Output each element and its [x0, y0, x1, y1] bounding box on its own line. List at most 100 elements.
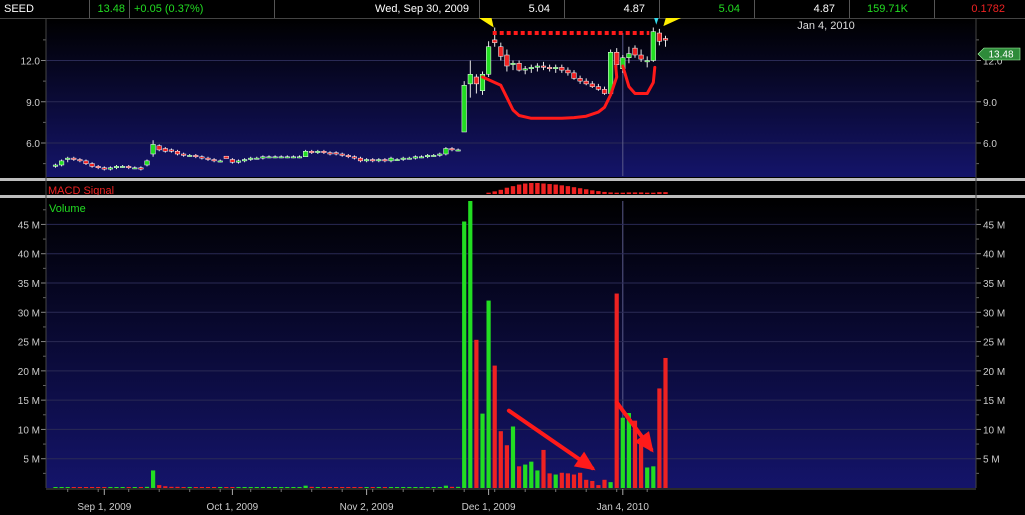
- volume-bar: [102, 487, 107, 488]
- quote-header: SEED 13.48 +0.05 (0.37%) Wed, Sep 30, 20…: [0, 0, 1025, 19]
- candle-body: [168, 149, 174, 152]
- candle-body: [510, 63, 516, 65]
- panel-divider-top[interactable]: [0, 178, 1025, 181]
- volume-bar: [596, 485, 601, 488]
- symbol[interactable]: SEED: [0, 0, 90, 18]
- volume-bar: [645, 467, 650, 488]
- volume-bar: [517, 466, 522, 488]
- volume-bar: [535, 470, 540, 488]
- open-value: 5.04: [480, 0, 565, 18]
- candle-body: [309, 151, 315, 153]
- candle-body: [449, 148, 455, 151]
- volume-bar: [205, 487, 211, 488]
- high-value: 4.87: [565, 0, 660, 18]
- macd-panel[interactable]: MACD Signal: [46, 181, 976, 197]
- volume-bar: [590, 480, 595, 488]
- volume-bar: [65, 487, 70, 488]
- macd-bar: [510, 186, 516, 194]
- candle-body: [583, 80, 589, 85]
- candle-body: [296, 156, 303, 159]
- volume-tick-label-left: 40 M: [18, 250, 40, 261]
- candle-body: [534, 65, 540, 68]
- volume-panel[interactable]: 5 M 10 M 15 M 20 M 25 M 30 M 35 M 40 M 45 M 5 M 1…: [18, 198, 1005, 488]
- candle-body: [412, 156, 418, 159]
- volume-bar: [584, 479, 589, 488]
- panel-divider-bottom[interactable]: [0, 195, 1025, 198]
- price-tick-label-left: 12.0: [21, 57, 41, 68]
- candle-body: [431, 155, 437, 157]
- candle-body: [492, 39, 498, 43]
- candle-body: [382, 159, 388, 162]
- candle-body: [65, 157, 71, 160]
- macd-bar: [535, 183, 540, 194]
- volume-tick-label-left: 35 M: [18, 279, 40, 290]
- volume-bar: [578, 472, 583, 488]
- price-tick-label-left: 6.0: [26, 139, 40, 150]
- candle-body: [632, 47, 638, 56]
- stock-chart[interactable]: 6.09.012.0 6.09.012.0 Jan 4, 2010 13.48 …: [0, 18, 1025, 515]
- macd-bar: [602, 191, 607, 194]
- volume-bar: [303, 485, 308, 488]
- volume-bar: [486, 300, 491, 488]
- price-panel-background: [46, 19, 976, 177]
- volume-tick-label-right: 40 M: [983, 250, 1005, 261]
- volume-bar: [553, 474, 558, 488]
- candle-body: [260, 156, 266, 159]
- volume-bar: [254, 487, 259, 488]
- candle-body: [266, 156, 272, 159]
- volume-tick-label-left: 20 M: [18, 367, 40, 378]
- candle-body: [193, 155, 199, 157]
- candle-body: [357, 157, 364, 162]
- volume-bar: [224, 487, 229, 488]
- volume-tick-label-right: 45 M: [983, 220, 1005, 231]
- candle-body: [443, 148, 449, 155]
- volume-bar: [425, 487, 430, 488]
- volume-bar: [456, 486, 461, 488]
- volume-bar: [468, 201, 473, 488]
- volume-bar: [541, 449, 546, 488]
- candle-body: [211, 159, 217, 162]
- macd-bar: [523, 183, 528, 194]
- volume-bar: [193, 487, 198, 488]
- candle-body: [461, 85, 467, 133]
- volume-bar: [407, 487, 412, 488]
- volume-tick-label-left: 15 M: [18, 396, 40, 407]
- volume-bar: [401, 487, 406, 488]
- macd-bar: [590, 190, 595, 194]
- macd-bar: [529, 183, 534, 194]
- macd-bar: [608, 192, 613, 194]
- candle-body: [516, 63, 522, 71]
- candle-body: [504, 54, 510, 67]
- volume-tick-label-left: 10 M: [18, 425, 40, 436]
- candle-body: [254, 157, 260, 160]
- candle-body: [327, 152, 333, 155]
- candle-body: [126, 166, 132, 168]
- last-price: 13.48: [90, 0, 130, 18]
- volume-bar: [96, 487, 101, 488]
- volume-bar: [462, 221, 467, 488]
- candle-body: [656, 32, 662, 42]
- macd-bar: [651, 192, 656, 194]
- volume-bar: [242, 487, 247, 488]
- volume-bar: [370, 487, 375, 488]
- candle-body: [370, 159, 376, 162]
- volume-bar: [236, 487, 241, 488]
- candle-body: [150, 144, 156, 155]
- candle-body: [540, 65, 547, 68]
- volume-bar: [547, 473, 552, 488]
- volume-bar: [413, 487, 418, 488]
- volume-bar: [352, 487, 357, 488]
- volume-bar: [53, 487, 58, 488]
- x-tick-label: Jan 4, 2010: [597, 502, 650, 513]
- volume-bar: [340, 487, 345, 488]
- volume-bar: [90, 487, 95, 488]
- x-axis: Sep 1, 2009 Oct 1, 2009 Nov 2, 2009 Dec 1, …: [0, 488, 1025, 515]
- candle-body: [187, 155, 193, 157]
- volume-bar: [419, 487, 424, 488]
- volume-bar: [663, 357, 668, 488]
- volume-bar: [395, 487, 400, 488]
- volume-bar: [529, 461, 534, 488]
- price-tick-label-right: 6.0: [983, 139, 997, 150]
- hover-date-label: Jan 4, 2010: [797, 20, 855, 32]
- price-panel[interactable]: 6.0 9.0 12.0 6.0 9.0 12.0 Jan 4, 2010 13.48: [21, 18, 1021, 177]
